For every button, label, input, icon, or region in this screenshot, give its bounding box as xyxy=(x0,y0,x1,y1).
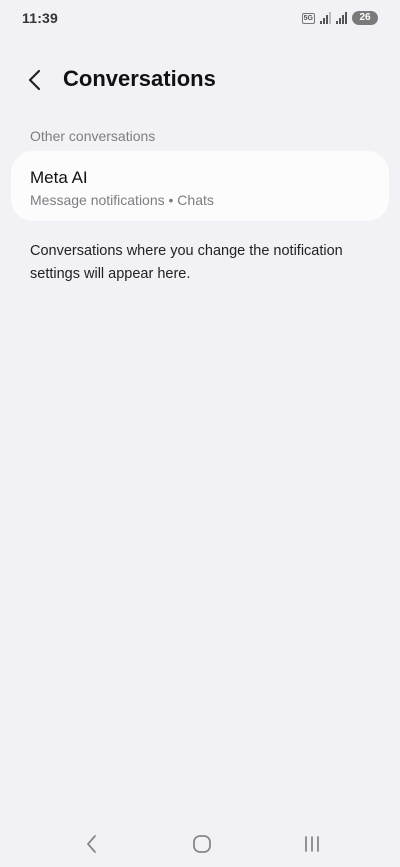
signal-strength-icon xyxy=(320,12,331,24)
conversation-item-meta-ai[interactable]: Meta AI Message notifications • Chats xyxy=(11,151,389,221)
section-label: Other conversations xyxy=(30,128,156,144)
conversation-subtitle: Message notifications • Chats xyxy=(30,192,214,208)
page-title: Conversations xyxy=(63,66,216,91)
status-icons: 5G 26 xyxy=(301,9,378,27)
back-button[interactable] xyxy=(22,66,50,94)
app-bar: Conversations xyxy=(0,58,400,102)
home-icon xyxy=(193,835,211,853)
status-bar: 11:39 5G 26 xyxy=(0,0,400,36)
back-icon xyxy=(87,835,96,853)
chevron-left-icon xyxy=(28,69,41,91)
status-time: 11:39 xyxy=(22,10,59,26)
nav-back-button[interactable] xyxy=(77,830,107,858)
info-text: Conversations where you change the notif… xyxy=(30,243,343,282)
signal-strength-icon-2 xyxy=(336,12,347,24)
navigation-bar xyxy=(0,822,400,867)
network-type-badge: 5G xyxy=(301,12,315,24)
recents-icon xyxy=(305,836,319,852)
battery-icon: 26 xyxy=(352,11,378,25)
nav-home-button[interactable] xyxy=(187,830,217,858)
nav-recents-button[interactable] xyxy=(297,830,327,858)
conversation-name: Meta AI xyxy=(30,168,88,187)
